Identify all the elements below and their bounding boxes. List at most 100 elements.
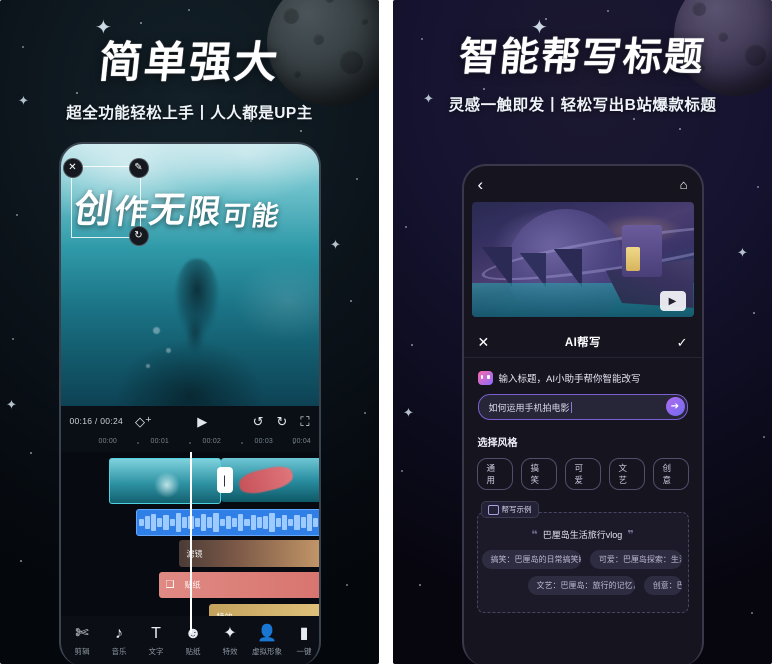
examples-box: ❝ 巴厘岛生活旅行vlog ❞ 搞笑：巴厘岛的日常搞笑瞬间! 可爱：巴厘岛探索：…	[476, 512, 689, 613]
overlay-char: 无	[146, 190, 188, 231]
track-label: 贴纸	[184, 580, 201, 590]
undo-icon[interactable]: ↺	[253, 415, 264, 428]
left-headline-block: 简单强大 超全功能轻松上手丨人人都是UP主	[0, 28, 379, 123]
sticker-icon: ❑	[165, 579, 175, 591]
quote-open-icon: ❝	[531, 529, 538, 541]
ruler-tick: 00:04	[292, 438, 312, 445]
page-subtitle: 超全功能轻松上手丨人人都是UP主	[66, 105, 313, 122]
right-headline-block: 智能帮写标题 灵感一触即发丨轻松写出B站爆款标题	[393, 26, 772, 115]
title-input[interactable]: 如何运用手机拍电影 ➔	[477, 394, 688, 420]
ruler-tick: 00:01	[150, 438, 170, 445]
text-caret	[570, 401, 572, 413]
ai-hint-text: 输入标题，AI小助手帮你智能改写	[498, 374, 641, 385]
ai-hint-row: 输入标题，AI小助手帮你智能改写	[464, 358, 702, 385]
timeline-ruler[interactable]: 00:00 00:01 00:02 00:03 00:04	[60, 436, 319, 452]
phone-mockup-editor: ✕ ✎ ↻ 创 作 无 限 可 能 00:16 / 00:24 ◇⁺ ▶ ↺ ↻…	[58, 142, 321, 664]
back-icon[interactable]: ‹	[478, 176, 484, 193]
style-chip-creative[interactable]: 创意	[652, 458, 689, 490]
style-chip-funny[interactable]: 搞笑	[520, 458, 557, 490]
overlay-char: 限	[184, 192, 223, 231]
scissors-icon: ✄	[75, 624, 89, 642]
video-preview[interactable]: ▶	[471, 202, 694, 317]
toolbar-label: 音乐	[111, 646, 127, 656]
toolbar-label: 剪辑	[74, 646, 90, 656]
examples-section: 帮写示例 ❝ 巴厘岛生活旅行vlog ❞ 搞笑：巴厘岛的日常搞笑瞬间! 可爱：巴…	[476, 501, 689, 613]
text-icon: T	[151, 624, 161, 642]
toolbar-label: 虚拟形象	[252, 646, 282, 656]
promo-screenshot: ✦ ✦ ✦ ✦ 简单强大 超全功能轻松上手丨人人都是UP主 ✕ ✎ ↻ 创 作 …	[0, 0, 772, 664]
ruler-tick: 00:00	[98, 438, 118, 445]
track-audio[interactable]	[135, 509, 319, 536]
overlay-char: 能	[248, 201, 281, 232]
example-quote-text: 巴厘岛生活旅行vlog	[542, 530, 623, 540]
toolbar-item-music[interactable]: ♪ 音乐	[101, 624, 138, 657]
track-video-clip-2[interactable]	[220, 458, 319, 502]
title-input-value: 如何运用手机拍电影	[488, 402, 570, 413]
robot-icon	[477, 371, 493, 385]
ai-panel-header: ✕ AI帮写 ✓	[463, 327, 702, 358]
page-subtitle: 灵感一触即发丨轻松写出B站爆款标题	[448, 97, 717, 114]
toolbar-label: 一键	[296, 646, 312, 656]
example-row: 搞笑：巴厘岛的日常搞笑瞬间! 可爱：巴厘岛探索：生活与	[481, 550, 682, 569]
track-filter[interactable]: 滤镜	[178, 540, 319, 567]
redo-icon[interactable]: ↻	[276, 415, 287, 428]
rotate-icon[interactable]: ↻	[128, 226, 149, 246]
timecode-label: 00:16 / 00:24	[69, 416, 124, 426]
example-chip[interactable]: 文艺：巴厘岛：旅行的记忆，生活的诗篇	[527, 576, 635, 595]
home-icon[interactable]: ⌂	[680, 178, 688, 191]
style-chip-row: 通用 搞笑 可爱 文艺 创意	[476, 458, 689, 490]
left-promo-panel: ✦ ✦ ✦ ✦ 简单强大 超全功能轻松上手丨人人都是UP主 ✕ ✎ ↻ 创 作 …	[0, 0, 379, 664]
right-promo-panel: ✦ ✦ ✦ ✦ 智能帮写标题 灵感一触即发丨轻松写出B站爆款标题 ‹ ⌂ ▶ ✕…	[393, 0, 772, 664]
toolbar-label: 文字	[148, 646, 164, 656]
track-sticker[interactable]: ❑ 贴纸	[158, 572, 319, 598]
confirm-icon[interactable]: ✓	[677, 336, 688, 349]
video-preview[interactable]: ✕ ✎ ↻ 创 作 无 限 可 能	[60, 144, 319, 406]
play-button[interactable]: ▶	[197, 415, 207, 428]
transport-controls: 00:16 / 00:24 ◇⁺ ▶ ↺ ↻ ⛶	[60, 406, 319, 436]
examples-tab: 帮写示例	[480, 501, 539, 518]
toolbar-item-sticker[interactable]: ☻ 贴纸	[175, 624, 212, 657]
text-selection-box[interactable]: ✕ ✎ ↻	[62, 158, 149, 246]
example-chip[interactable]: 创意：巴	[643, 576, 682, 595]
toolbar-label: 特效	[222, 646, 238, 656]
example-quote: ❝ 巴厘岛生活旅行vlog ❞	[484, 528, 682, 541]
building-art	[622, 225, 663, 277]
send-button[interactable]: ➔	[665, 396, 685, 416]
style-chip-cute[interactable]: 可爱	[564, 458, 601, 490]
ruler-tick: 00:03	[254, 438, 274, 445]
close-icon[interactable]: ✕	[478, 335, 490, 349]
app-navbar: ‹ ⌂	[464, 166, 702, 202]
example-chip[interactable]: 搞笑：巴厘岛的日常搞笑瞬间!	[481, 550, 581, 569]
toolbar-item-effect[interactable]: ✦ 特效	[212, 625, 249, 657]
overlay-char: 可	[219, 201, 252, 232]
track-video-clip-1[interactable]	[108, 458, 221, 504]
edit-icon[interactable]: ✎	[128, 158, 149, 178]
fullscreen-icon[interactable]: ⛶	[300, 415, 309, 428]
diver-silhouette-2	[181, 311, 208, 366]
ai-panel-title: AI帮写	[564, 337, 601, 349]
playhead[interactable]	[189, 452, 192, 633]
play-button[interactable]: ▶	[659, 291, 686, 311]
toolbar-item-oneclick[interactable]: ▮ 一键	[286, 625, 319, 657]
sticker-face-icon: ☻	[184, 624, 202, 642]
clip-split-handle[interactable]: ❘	[216, 467, 233, 493]
phone-mockup-ai: ‹ ⌂ ▶ ✕ AI帮写 ✓ 输入标题，AI小助手帮你智能改写 如何运用手机拍电…	[461, 164, 704, 664]
close-icon[interactable]: ✕	[62, 158, 83, 178]
example-row: 文艺：巴厘岛：旅行的记忆，生活的诗篇 创意：巴	[527, 576, 682, 595]
keyframe-icon[interactable]: ◇⁺	[135, 415, 152, 428]
person-icon: 👤	[257, 624, 277, 642]
page-title: 简单强大	[96, 38, 282, 88]
ruler-tick: 00:02	[202, 438, 222, 445]
example-chip[interactable]: 可爱：巴厘岛探索：生活与	[589, 550, 682, 569]
audio-waveform	[138, 512, 319, 533]
toolbar-item-text[interactable]: T 文字	[138, 624, 175, 657]
music-note-icon: ♪	[115, 624, 123, 642]
example-icon	[487, 504, 499, 515]
style-chip-artistic[interactable]: 文艺	[608, 458, 645, 490]
style-chip-general[interactable]: 通用	[476, 458, 513, 490]
style-section-title: 选择风格	[477, 438, 518, 449]
toolbar-item-avatar[interactable]: 👤 虚拟形象	[249, 624, 286, 657]
page-title: 智能帮写标题	[456, 35, 708, 80]
timeline-tracks[interactable]: ❘ 滤镜 ❑ 贴纸	[60, 452, 319, 633]
toolbar-item-edit[interactable]: ✄ 剪辑	[64, 624, 101, 657]
